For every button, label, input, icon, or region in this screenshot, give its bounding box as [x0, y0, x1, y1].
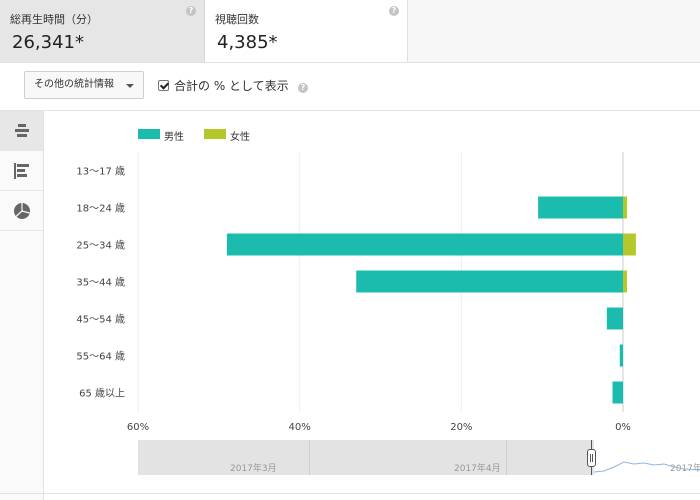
timeline-handle[interactable] — [587, 449, 596, 467]
toolbar: その他の統計情報 合計の % として表示 ? — [0, 63, 700, 111]
help-icon[interactable]: ? — [186, 6, 196, 16]
bar-male — [619, 344, 623, 367]
bar-male — [538, 196, 623, 219]
bar-diverging-icon — [15, 124, 29, 137]
age-gender-chart: 60% 40% 20% 0% 13〜17 歳 18〜24 歳 25〜34 歳 35〜44 歳 4… — [76, 152, 636, 433]
metric-value: 4,385* — [217, 32, 278, 53]
bar-female — [623, 233, 636, 256]
timeline-label: 2017年4月 — [454, 464, 501, 474]
y-category-label: 13〜17 歳 — [76, 166, 125, 178]
timeline-sparkline — [594, 461, 700, 473]
percent-checkbox[interactable] — [158, 80, 169, 91]
chevron-down-icon — [126, 84, 134, 88]
bar-male — [606, 307, 623, 330]
bar-male — [356, 270, 623, 293]
help-icon[interactable]: ? — [389, 6, 399, 16]
x-tick-label: 40% — [289, 422, 311, 433]
chart-type-diverging-button[interactable] — [0, 111, 43, 151]
y-category-label: 55〜64 歳 — [76, 351, 125, 363]
metric-label: 総再生時間（分） — [10, 13, 98, 26]
bar-female — [623, 270, 628, 293]
legend-swatch — [204, 129, 226, 139]
metric-value: 26,341* — [12, 32, 84, 53]
more-stats-label: その他の統計情報 — [34, 79, 114, 90]
timeline-navigator[interactable]: 2017年3月 2017年4月 2017年 — [138, 440, 700, 475]
timeline-divider — [309, 440, 310, 475]
bar-horizontal-icon — [14, 163, 29, 179]
y-category-label: 65 歳以上 — [79, 388, 125, 400]
chart-type-pie-button[interactable] — [0, 191, 43, 231]
x-tick-label: 20% — [450, 422, 472, 433]
bar-male — [226, 233, 623, 256]
chart-type-sidebar — [0, 111, 44, 500]
x-tick-label: 0% — [615, 422, 631, 433]
chart-type-bar-button[interactable] — [0, 151, 43, 191]
bar-male — [612, 381, 623, 404]
metric-tab-watch-time[interactable]: 総再生時間（分） 26,341* ? — [0, 0, 205, 62]
timeline-label: 2017年3月 — [230, 464, 277, 474]
help-icon[interactable]: ? — [298, 83, 308, 93]
metrics-bar: 総再生時間（分） 26,341* ? 視聴回数 4,385* ? — [0, 0, 700, 63]
timeline-divider — [506, 440, 507, 475]
percent-checkbox-label[interactable]: 合計の % として表示 — [174, 77, 289, 94]
bar-female — [623, 196, 628, 219]
y-category-label: 25〜34 歳 — [76, 240, 125, 252]
metric-tab-views[interactable]: 視聴回数 4,385* ? — [205, 0, 408, 62]
y-category-label: 35〜44 歳 — [76, 277, 125, 289]
legend-swatch — [138, 129, 160, 139]
x-tick-label: 60% — [127, 422, 149, 433]
y-category-label: 18〜24 歳 — [76, 203, 125, 215]
pie-chart-icon — [14, 203, 30, 219]
y-category-label: 45〜54 歳 — [76, 314, 125, 326]
more-stats-dropdown[interactable]: その他の統計情報 — [24, 71, 144, 99]
metric-label: 視聴回数 — [215, 13, 259, 26]
divider — [0, 493, 700, 494]
